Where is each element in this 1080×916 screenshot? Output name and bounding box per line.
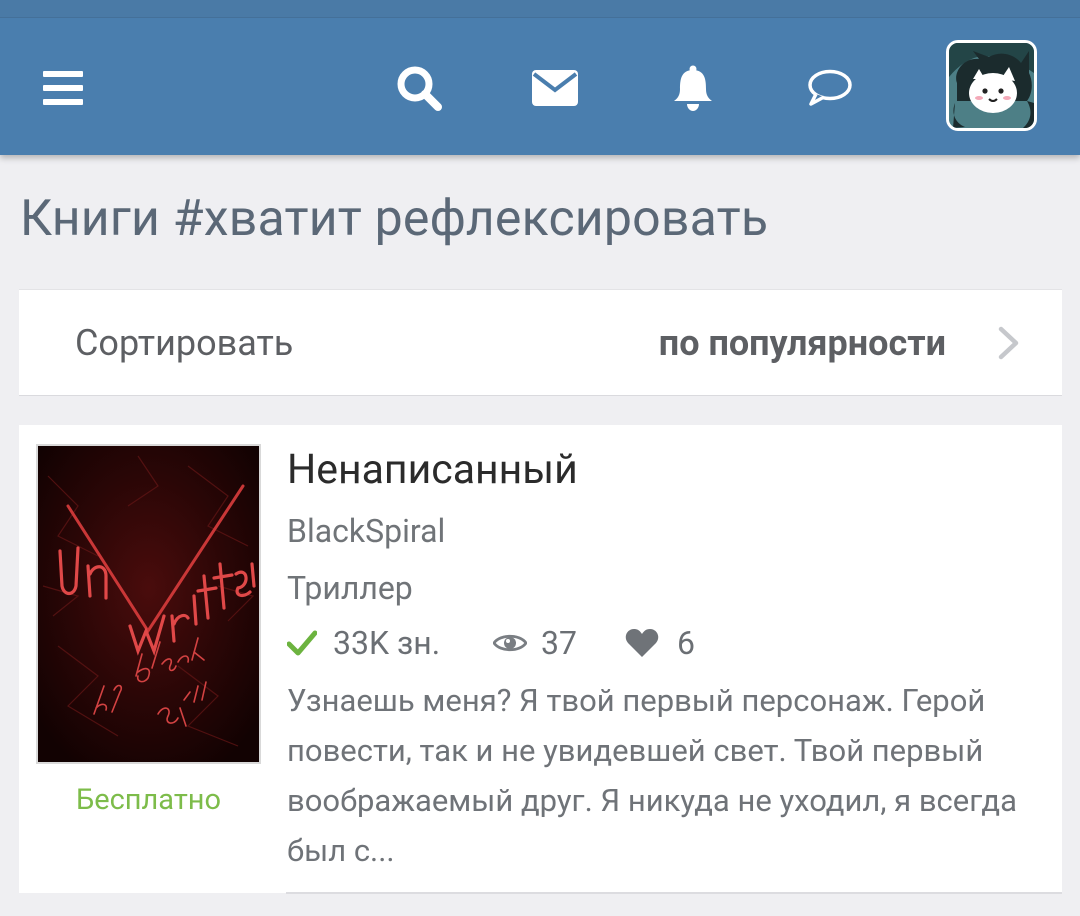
search-icon[interactable]	[393, 62, 445, 114]
price-label: Бесплатно	[75, 783, 222, 817]
book-author[interactable]: BlackSpiral	[287, 512, 445, 550]
views-count: 37	[541, 624, 577, 662]
page-title: Книги #хватит рефлексировать	[20, 190, 769, 248]
book-title[interactable]: Ненаписанный	[287, 446, 578, 494]
likes-stat: 6	[625, 621, 695, 665]
book-genre[interactable]: Триллер	[287, 569, 413, 607]
views-stat: 37	[493, 621, 577, 665]
chevron-right-icon	[998, 326, 1019, 360]
sort-value: по популярности	[658, 322, 946, 364]
card-divider	[286, 892, 1062, 894]
book-cover-image	[38, 446, 259, 762]
check-icon	[287, 630, 317, 656]
envelope-icon[interactable]	[529, 62, 581, 114]
top-navigation-bar	[0, 0, 1080, 155]
speech-bubble-icon[interactable]	[804, 62, 856, 114]
avatar-image	[949, 43, 1034, 128]
book-cover[interactable]	[36, 444, 261, 764]
hamburger-menu-icon[interactable]	[37, 62, 89, 114]
sort-selector[interactable]: Сортировать по популярности	[19, 289, 1062, 396]
book-size-stat: 33K зн.	[287, 621, 440, 665]
sort-label: Сортировать	[75, 322, 294, 364]
book-annotation: Узнаешь меня? Я твой первый персонаж. Ге…	[287, 682, 1017, 869]
book-size-value: 33K зн.	[333, 624, 441, 662]
likes-count: 6	[677, 624, 695, 662]
heart-icon	[625, 629, 659, 657]
user-avatar[interactable]	[946, 40, 1037, 131]
status-strip	[0, 0, 1080, 18]
bell-icon[interactable]	[667, 62, 719, 114]
eye-icon	[493, 634, 527, 652]
